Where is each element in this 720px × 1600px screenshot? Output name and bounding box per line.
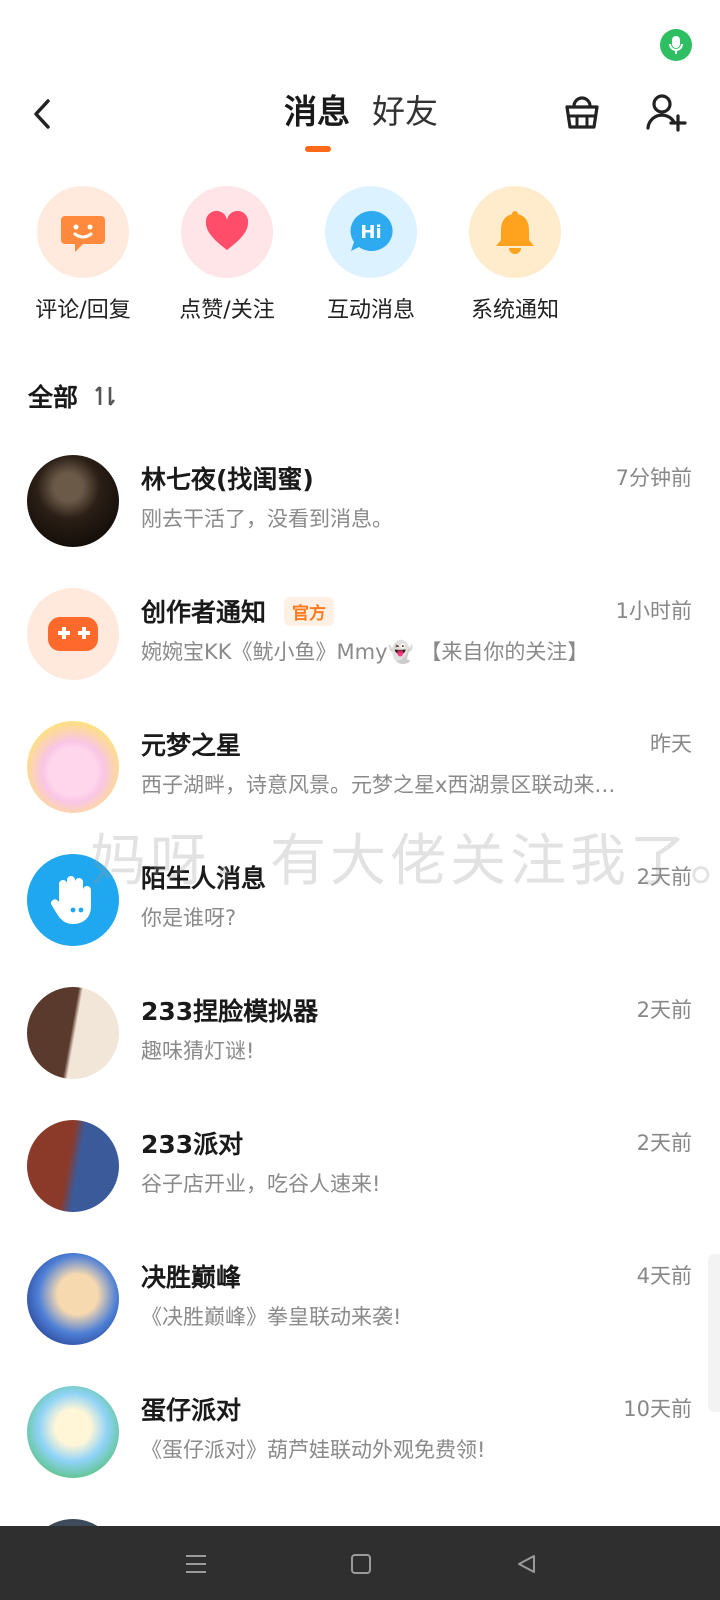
avatar bbox=[27, 455, 119, 547]
shortcut-icon-circle bbox=[37, 186, 129, 278]
heart-icon bbox=[205, 210, 249, 250]
chevron-left-icon bbox=[34, 99, 50, 129]
conversation-preview: 婉婉宝KK《鱿小鱼》Mmy👻 【来自你的关注】 bbox=[141, 640, 589, 664]
shortcut-label: 点赞/关注 bbox=[179, 298, 275, 323]
back-nav-button[interactable] bbox=[506, 1544, 546, 1584]
avatar bbox=[27, 987, 119, 1079]
conversation-name-text: 林七夜(找闺蜜) bbox=[141, 465, 314, 494]
tab-friends[interactable]: 好友 bbox=[372, 90, 438, 134]
microphone-indicator-icon bbox=[660, 29, 692, 61]
avatar bbox=[27, 1386, 119, 1478]
conversation-time: 10天前 bbox=[623, 1397, 692, 1421]
home-nav-button[interactable] bbox=[341, 1544, 381, 1584]
conversation-time: 2天前 bbox=[636, 865, 692, 889]
conversation-preview: 趣味猜灯谜! bbox=[141, 1039, 255, 1063]
sort-icon[interactable] bbox=[92, 383, 118, 409]
avatar bbox=[27, 588, 119, 680]
status-bar bbox=[0, 0, 720, 80]
all-messages-header: 全部 bbox=[28, 378, 118, 414]
basket-button[interactable] bbox=[560, 90, 604, 134]
conversation-name: 蛋仔派对 bbox=[141, 1391, 241, 1427]
shortcut-comments-replies[interactable]: 评论/回复 bbox=[18, 186, 148, 324]
conversation-item[interactable]: 233派对 2天前 谷子店开业，吃谷人速来! bbox=[0, 1095, 720, 1228]
conversation-name-text: 陌生人消息 bbox=[141, 864, 267, 893]
conversation-item[interactable]: 233捏脸模拟器 2天前 趣味猜灯谜! bbox=[0, 962, 720, 1095]
add-friend-button[interactable] bbox=[644, 90, 688, 134]
conversation-time: 昨天 bbox=[650, 732, 692, 756]
conversation-item[interactable]: 陌生人消息 2天前 你是谁呀? bbox=[0, 829, 720, 962]
conversation-time: 1小时前 bbox=[615, 599, 692, 623]
conversation-time: 4天前 bbox=[636, 1264, 692, 1288]
triangle-back-icon bbox=[518, 1555, 535, 1573]
gamepad-icon bbox=[48, 617, 98, 651]
conversation-item[interactable]: 蛋仔派对 10天前 《蛋仔派对》葫芦娃联动外观免费领! bbox=[0, 1361, 720, 1494]
conversation-preview: 刚去干活了，没看到消息。 bbox=[141, 507, 393, 531]
bell-icon bbox=[496, 211, 534, 254]
conversation-name: 创作者通知 官方 bbox=[141, 593, 335, 629]
conversation-name: 233捏脸模拟器 bbox=[141, 992, 318, 1028]
shortcut-icon-circle: Hi bbox=[325, 186, 417, 278]
conversation-name: 元梦之星 bbox=[141, 726, 241, 762]
conversation-item[interactable]: 林七夜(找闺蜜) 7分钟前 刚去干活了，没看到消息。 bbox=[0, 430, 720, 563]
menu-nav-button[interactable] bbox=[176, 1544, 216, 1584]
conversation-name-text: 233派对 bbox=[141, 1130, 244, 1159]
official-badge: 官方 bbox=[284, 596, 335, 626]
add-user-icon bbox=[646, 94, 687, 132]
shortcut-label: 系统通知 bbox=[470, 298, 559, 323]
avatar bbox=[27, 721, 119, 813]
conversation-preview: 《决胜巅峰》拳皇联动来袭! bbox=[141, 1305, 402, 1329]
message-category-shortcuts: 评论/回复 点赞/关注 Hi 互动消息 系统通知 bbox=[0, 186, 720, 326]
conversation-name-text: 创作者通知 bbox=[141, 598, 267, 627]
side-scroll-handle[interactable] bbox=[708, 1254, 720, 1412]
shortcut-label: 互动消息 bbox=[326, 298, 415, 323]
conversation-preview: 西子湖畔，诗意风景。元梦之星x西湖景区联动来… bbox=[141, 773, 616, 797]
avatar bbox=[27, 1519, 119, 1526]
tab-messages[interactable]: 消息 bbox=[284, 90, 350, 134]
top-bar: 消息 好友 bbox=[0, 80, 720, 170]
conversation-name: 陌生人消息 bbox=[141, 859, 266, 895]
shortcut-interactions[interactable]: Hi 互动消息 bbox=[306, 186, 436, 324]
avatar bbox=[27, 1253, 119, 1345]
shortcut-likes-follows[interactable]: 点赞/关注 bbox=[162, 186, 292, 324]
menu-icon bbox=[186, 1555, 206, 1573]
conversation-name-text: 决胜巅峰 bbox=[141, 1263, 242, 1292]
avatar bbox=[27, 854, 119, 946]
conversation-name-text: 蛋仔派对 bbox=[141, 1396, 242, 1425]
conversation-preview: 你是谁呀? bbox=[141, 906, 237, 930]
conversation-time: 2天前 bbox=[636, 998, 692, 1022]
avatar bbox=[27, 1120, 119, 1212]
conversation-item[interactable]: 创作者通知 官方 1小时前 婉婉宝KK《鱿小鱼》Mmy👻 【来自你的关注】 bbox=[0, 563, 720, 696]
conversation-item[interactable]: 元梦之星 昨天 西子湖畔，诗意风景。元梦之星x西湖景区联动来… bbox=[0, 696, 720, 829]
conversation-item-partial[interactable] bbox=[0, 1494, 720, 1526]
shortcut-label: 评论/回复 bbox=[35, 298, 131, 323]
conversation-preview: 谷子店开业，吃谷人速来! bbox=[141, 1172, 381, 1196]
back-button[interactable] bbox=[22, 94, 62, 134]
waving-hand-icon bbox=[50, 876, 91, 924]
svg-text:Hi: Hi bbox=[360, 222, 381, 243]
conversation-preview: 《蛋仔派对》葫芦娃联动外观免费领! bbox=[141, 1438, 486, 1462]
conversation-item[interactable]: 决胜巅峰 4天前 《决胜巅峰》拳皇联动来袭! bbox=[0, 1228, 720, 1361]
active-tab-indicator bbox=[305, 146, 331, 152]
shortcut-system-notices[interactable]: 系统通知 bbox=[450, 186, 580, 324]
square-home-icon bbox=[351, 1554, 371, 1574]
conversation-name: 林七夜(找闺蜜) bbox=[141, 460, 314, 496]
conversation-time: 2天前 bbox=[636, 1131, 692, 1155]
hi-bubble-icon: Hi bbox=[350, 210, 393, 251]
shortcut-icon-circle bbox=[469, 186, 561, 278]
conversation-name-text: 元梦之星 bbox=[141, 731, 242, 760]
section-title: 全部 bbox=[28, 383, 79, 412]
system-navigation-bar bbox=[0, 1526, 720, 1600]
conversation-time: 7分钟前 bbox=[615, 466, 692, 490]
conversation-name-text: 233捏脸模拟器 bbox=[141, 997, 319, 1026]
basket-icon bbox=[565, 96, 599, 129]
shortcut-icon-circle bbox=[181, 186, 273, 278]
conversation-name: 决胜巅峰 bbox=[141, 1258, 241, 1294]
conversation-name: 233派对 bbox=[141, 1125, 243, 1161]
chat-smile-icon bbox=[61, 216, 105, 252]
